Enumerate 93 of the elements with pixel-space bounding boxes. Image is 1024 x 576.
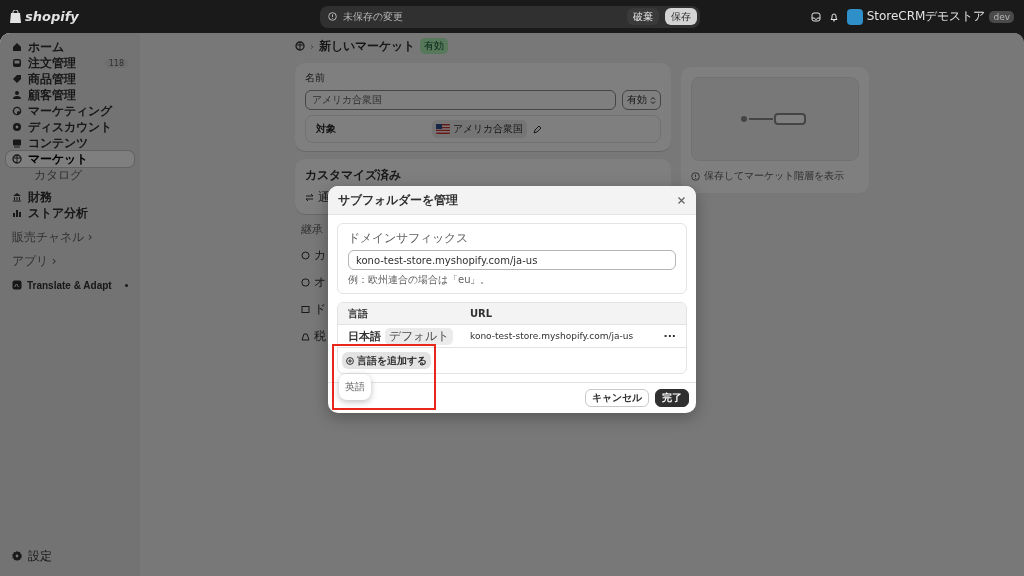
nav-label: ホーム (28, 38, 64, 56)
nav-label: 設定 (28, 547, 52, 565)
menu-item[interactable]: 英語 (343, 377, 367, 397)
nav-label: 注文管理 (28, 54, 76, 72)
select-value: 有効 (627, 93, 647, 107)
cancel-button[interactable]: キャンセル (585, 389, 649, 407)
nav-label: ディスカウント (28, 118, 112, 136)
nav-label: ストア分析 (28, 204, 88, 222)
help-text: 例：欧州連合の場合は「eu」。 (348, 273, 491, 287)
circle-icon (301, 251, 310, 260)
logo-text: shopify (25, 9, 79, 24)
domain-field[interactable]: kono-test-store.myshopify.com/ja-us (348, 250, 676, 270)
breadcrumb-separator: › (310, 40, 314, 52)
sidebar-item[interactable]: 注文管理 118 (6, 55, 134, 71)
bank-icon (12, 192, 22, 202)
target-icon (12, 106, 22, 116)
url-text: kono-test-store.myshopify.com/ja-us (470, 331, 634, 341)
inbox-icon (12, 58, 22, 68)
sidebar-item[interactable]: Translate & Adapt (6, 277, 134, 293)
globe-icon (12, 154, 22, 164)
section-label: 継承 (301, 222, 323, 237)
nav-label: Translate & Adapt (27, 279, 112, 291)
rounded-square-icon (301, 278, 310, 287)
status-badge: 有効 (420, 38, 448, 54)
pencil-icon[interactable] (533, 124, 542, 134)
tag-icon (12, 74, 22, 84)
shopping-bag-icon (10, 10, 21, 23)
inbox-icon[interactable] (810, 11, 821, 22)
row-label: ド (314, 301, 326, 318)
nav-label: マーケット (28, 150, 88, 168)
sidebar-item[interactable]: コンテンツ (6, 135, 134, 151)
name-field[interactable]: アメリカ合衆国 (305, 90, 616, 110)
section-link[interactable]: アプリ › (6, 253, 134, 269)
language-name: 日本語 (348, 328, 381, 344)
sidebar-item[interactable]: マーケティング (6, 103, 134, 119)
target-label: 対象 (316, 122, 336, 136)
plus-circle-icon (346, 356, 354, 365)
status-select[interactable]: 有効 (622, 90, 661, 110)
sidebar-item[interactable]: ホーム (6, 39, 134, 55)
sidebar-item[interactable]: ストア分析 (6, 205, 134, 221)
field-label: 名前 (305, 71, 326, 85)
close-icon (677, 195, 686, 205)
avatar[interactable] (846, 8, 863, 25)
add-language-button[interactable]: 言語を追加する (342, 352, 431, 369)
row-label: 税 (314, 328, 326, 345)
row-label: オ (314, 274, 326, 291)
unsaved-message: 未保存の変更 (343, 9, 404, 24)
info-icon (328, 12, 337, 21)
bag-icon (301, 332, 310, 341)
bell-icon[interactable] (828, 11, 839, 22)
sidebar-item[interactable]: 設定 (6, 548, 134, 564)
info-icon (691, 171, 700, 181)
home-icon (12, 42, 22, 52)
nav-label: 顧客管理 (28, 86, 76, 104)
flag-icon (436, 124, 450, 134)
arrows-icon (305, 193, 314, 202)
close-button[interactable] (677, 195, 686, 205)
done-button[interactable]: 完了 (655, 389, 689, 407)
nav-label: コンテンツ (28, 134, 88, 152)
store-name[interactable]: StoreCRMデモストア (866, 8, 986, 25)
chevron-up-down-icon (650, 95, 656, 105)
sidebar-item[interactable]: ディスカウント (6, 119, 134, 135)
square-icon (301, 305, 310, 314)
section-link[interactable]: 販売チャネル › (6, 229, 134, 245)
nav-label: 財務 (28, 188, 52, 206)
card-title: カスタマイズ済み (305, 167, 402, 184)
count-badge: 118 (104, 58, 128, 68)
discard-button[interactable]: 破棄 (627, 8, 659, 25)
column-header: 言語 (348, 306, 369, 321)
sidebar-item[interactable]: 顧客管理 (6, 87, 134, 103)
nav-label: 商品管理 (28, 70, 76, 88)
app-icon (12, 280, 22, 290)
monitor-icon (12, 138, 22, 148)
bar-chart-icon (12, 208, 22, 218)
dialog-title: サブフォルダーを管理 (338, 191, 458, 209)
badge-icon (12, 122, 22, 132)
default-badge: デフォルト (385, 327, 453, 345)
page-title: 新しいマーケット (319, 37, 415, 55)
info-note: 保存してマーケット階層を表示 (704, 169, 844, 183)
store-badge: dev (989, 10, 1014, 23)
country-name: アメリカ合衆国 (453, 122, 523, 136)
more-button[interactable]: ··· (663, 329, 676, 343)
sidebar-item[interactable]: マーケット (6, 151, 134, 167)
globe-icon[interactable] (295, 41, 305, 51)
sidebar-item[interactable]: 商品管理 (6, 71, 134, 87)
row-label: カ (314, 247, 326, 264)
person-icon (12, 90, 22, 100)
column-header: URL (470, 308, 493, 319)
sidebar-item[interactable]: 財務 (6, 189, 134, 205)
settings-icon (12, 551, 22, 561)
save-button[interactable]: 保存 (665, 8, 697, 25)
nav-label: マーケティング (28, 102, 112, 120)
field-label: ドメインサフィックス (348, 230, 468, 247)
